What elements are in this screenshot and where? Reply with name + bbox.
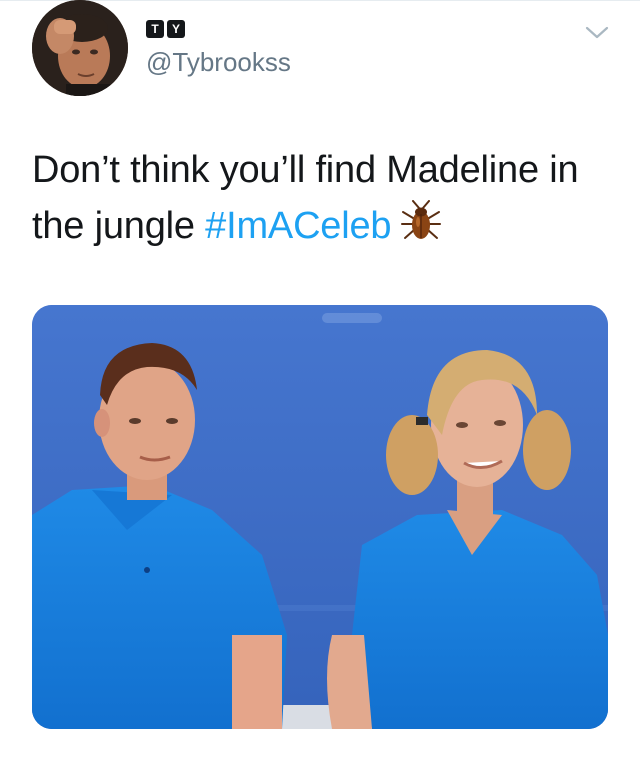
display-name[interactable]: T Y bbox=[146, 20, 185, 40]
tweet-text: Don’t think you’ll find Madeline in the … bbox=[32, 142, 612, 254]
avatar-photo bbox=[32, 0, 128, 96]
name-badge-t[interactable]: T bbox=[146, 20, 164, 38]
media-photo bbox=[32, 305, 608, 729]
chevron-down-icon[interactable] bbox=[584, 22, 610, 42]
tweet-media-image[interactable] bbox=[32, 305, 608, 729]
avatar[interactable] bbox=[32, 0, 128, 96]
cockroach-emoji-icon bbox=[399, 200, 443, 244]
hashtag-link[interactable]: #ImACeleb bbox=[205, 205, 391, 247]
name-badge-y[interactable]: Y bbox=[167, 20, 185, 38]
top-divider bbox=[0, 0, 640, 1]
user-handle[interactable]: @Tybrookss bbox=[146, 46, 291, 78]
